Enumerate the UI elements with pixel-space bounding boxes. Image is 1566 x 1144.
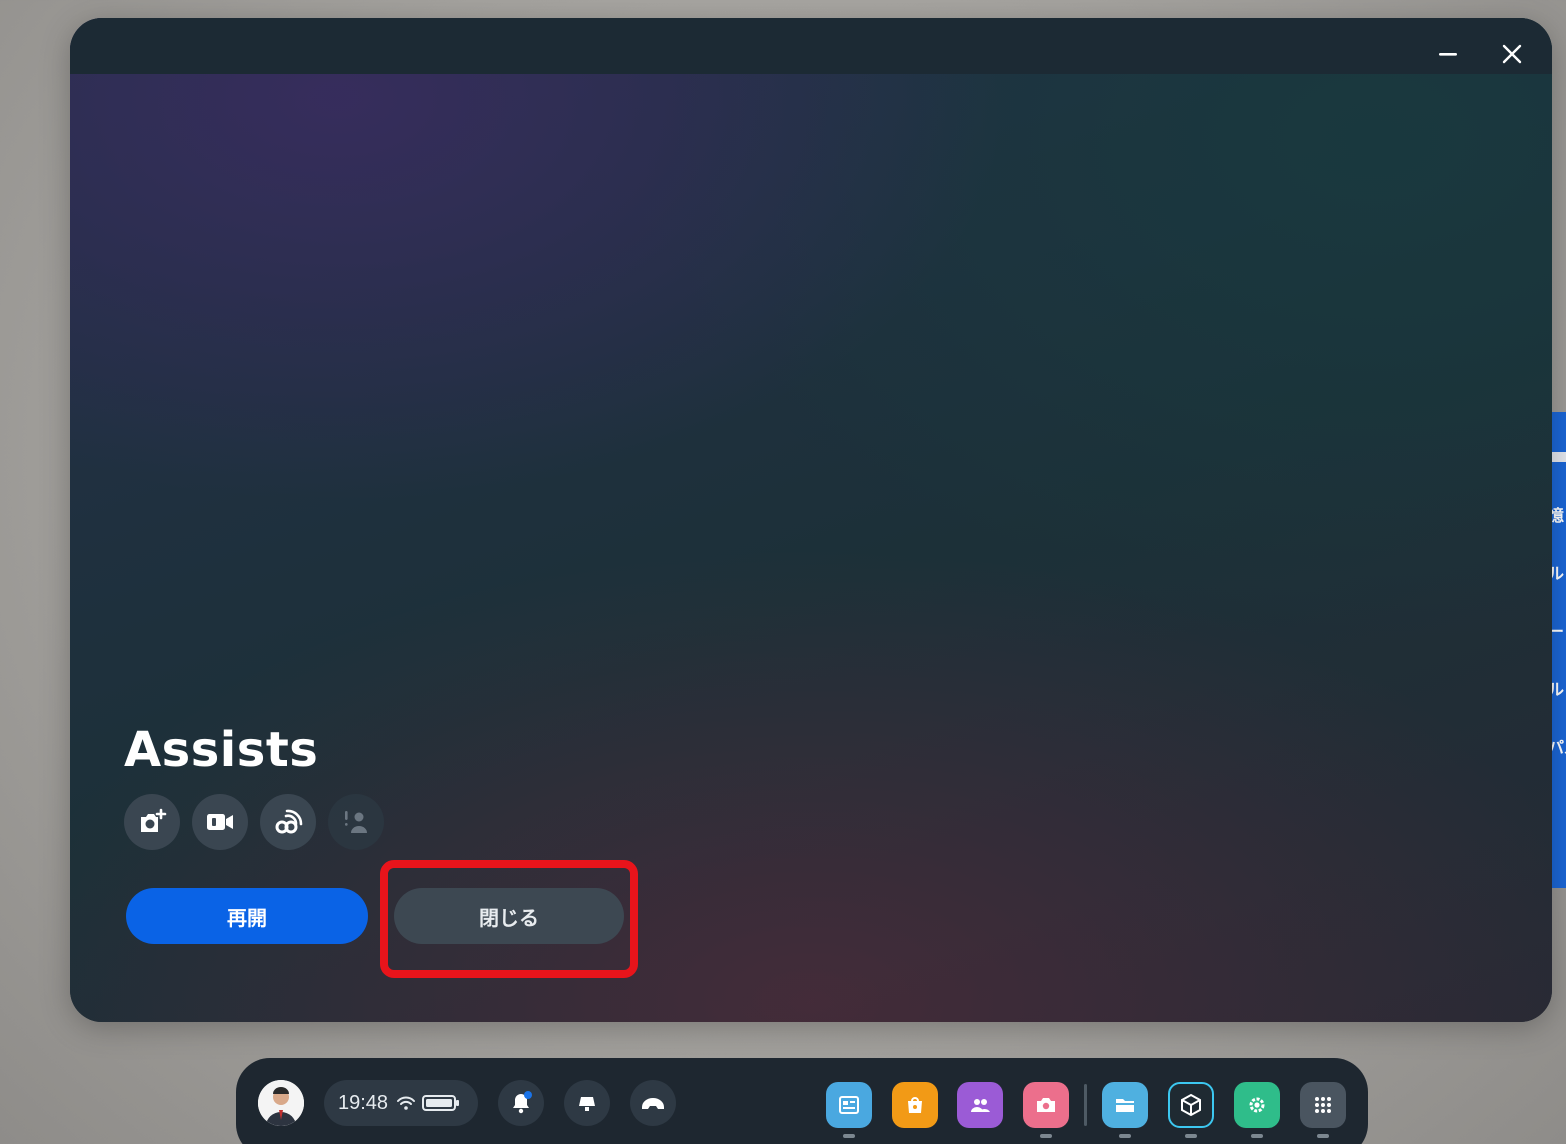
notifications-button[interactable] xyxy=(498,1080,544,1126)
app-panel: Assists 再開 閉じる xyxy=(70,18,1552,1022)
resume-button[interactable]: 再開 xyxy=(126,888,368,944)
bell-icon xyxy=(513,1091,532,1114)
app-browser-indicator xyxy=(843,1134,855,1138)
settings-gear-icon xyxy=(1249,1097,1265,1113)
people-icon xyxy=(971,1099,990,1112)
folder-icon xyxy=(1116,1099,1134,1112)
close-app-button[interactable]: 閉じる xyxy=(394,888,624,944)
lamp-icon xyxy=(579,1097,595,1111)
headset-button[interactable] xyxy=(630,1080,676,1126)
taskbar-divider xyxy=(1084,1084,1087,1126)
video-permission xyxy=(192,794,248,850)
store-bag-icon xyxy=(908,1097,922,1113)
battery-icon xyxy=(422,1095,460,1111)
status-pill[interactable]: 19:48 xyxy=(324,1080,478,1126)
app-settings[interactable] xyxy=(1234,1082,1280,1128)
close-icon xyxy=(1502,44,1522,64)
unity-icon xyxy=(1181,1093,1201,1117)
clock-time: 19:48 xyxy=(338,1091,389,1114)
person-permission xyxy=(328,794,384,850)
avatar[interactable] xyxy=(258,1080,304,1126)
wireless-permission xyxy=(260,794,316,850)
camera-permission xyxy=(124,794,180,850)
wireless-icon xyxy=(275,809,303,834)
app-grid-indicator xyxy=(1317,1134,1329,1138)
person-icon xyxy=(345,811,367,833)
panel-title-bar xyxy=(70,18,1552,74)
app-settings-indicator xyxy=(1251,1134,1263,1138)
app-camera[interactable] xyxy=(1023,1082,1069,1128)
app-store[interactable] xyxy=(892,1082,938,1128)
app-camera-indicator xyxy=(1040,1134,1052,1138)
camera-add-icon xyxy=(141,808,167,832)
camera-icon xyxy=(1037,1098,1055,1112)
browser-icon xyxy=(839,1096,859,1114)
headset-icon xyxy=(642,1098,664,1109)
app-files-indicator xyxy=(1119,1134,1131,1138)
app-unity-indicator xyxy=(1185,1134,1197,1138)
panel-background xyxy=(70,18,1552,1022)
wifi-icon xyxy=(397,1096,416,1110)
minimize-icon xyxy=(1439,53,1457,56)
app-unity[interactable] xyxy=(1168,1082,1214,1128)
app-grid[interactable] xyxy=(1300,1082,1346,1128)
close-button[interactable] xyxy=(1494,36,1530,72)
app-grid-icon xyxy=(1315,1097,1331,1113)
app-people[interactable] xyxy=(957,1082,1003,1128)
lamp-button[interactable] xyxy=(564,1080,610,1126)
avatar-image xyxy=(258,1080,304,1126)
app-browser[interactable] xyxy=(826,1082,872,1128)
taskbar: 19:48 xyxy=(236,1058,1368,1144)
video-icon xyxy=(207,814,233,830)
app-files[interactable] xyxy=(1102,1082,1148,1128)
app-title: Assists xyxy=(124,722,319,778)
minimize-button[interactable] xyxy=(1430,36,1466,72)
